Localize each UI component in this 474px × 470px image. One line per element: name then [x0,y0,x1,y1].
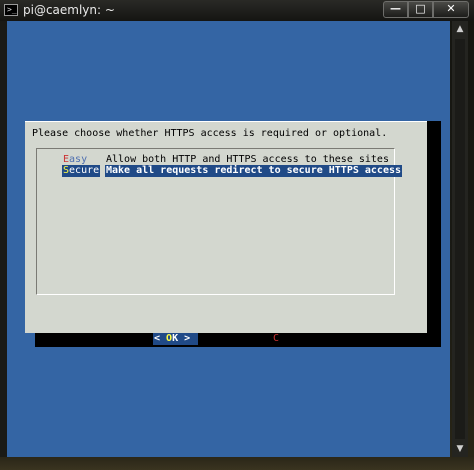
close-button[interactable]: ✕ [433,1,469,18]
menu-item-description: Make all requests redirect to secure HTT… [105,165,403,177]
ok-button-prefix: < [154,333,167,344]
minimize-button[interactable]: — [383,1,408,18]
menu-item-secure[interactable]: Secure Make all requests redirect to sec… [62,165,403,177]
close-icon: ✕ [446,2,456,15]
vertical-scrollbar[interactable]: ▲ ▼ [452,21,468,457]
dialog-top-edge [25,121,427,124]
dialog-prompt: Please choose whether HTTPS access is re… [32,128,388,139]
minimize-icon: — [390,2,401,15]
menu-list: Easy Allow both HTTP and HTTPS access to… [36,148,403,295]
maximize-button[interactable]: □ [408,1,433,18]
scroll-down-icon[interactable]: ▼ [452,441,468,457]
whiptail-dialog: Please choose whether HTTPS access is re… [25,121,427,345]
menu-item-tag: Secure [62,165,101,177]
menu-item-tag-rest: asy [69,154,88,165]
window-title: pi@caemlyn: ~ [23,3,115,17]
title-bar[interactable]: >_ pi@caemlyn: ~ — □ ✕ [0,0,474,21]
ok-button[interactable]: < OK > [153,333,198,345]
window-left-border [0,21,7,457]
cancel-button-rest: ancel [279,333,310,344]
terminal-window: >_ pi@caemlyn: ~ — □ ✕ Please choose whe… [0,0,474,470]
cancel-button[interactable]: <Cancel> [267,333,315,345]
terminal-icon-glyph: >_ [7,5,17,14]
scroll-up-icon[interactable]: ▲ [452,21,468,37]
window-bottom-border [0,457,474,470]
terminal-screen[interactable]: Please choose whether HTTPS access is re… [7,21,450,457]
maximize-icon: □ [415,2,426,15]
menu-item-tag-rest: ecure [69,165,100,176]
ok-button-suffix: > [178,333,191,344]
scrollbar-track[interactable] [455,39,465,439]
terminal-icon: >_ [4,4,18,16]
cancel-button-suffix: > [309,333,316,344]
